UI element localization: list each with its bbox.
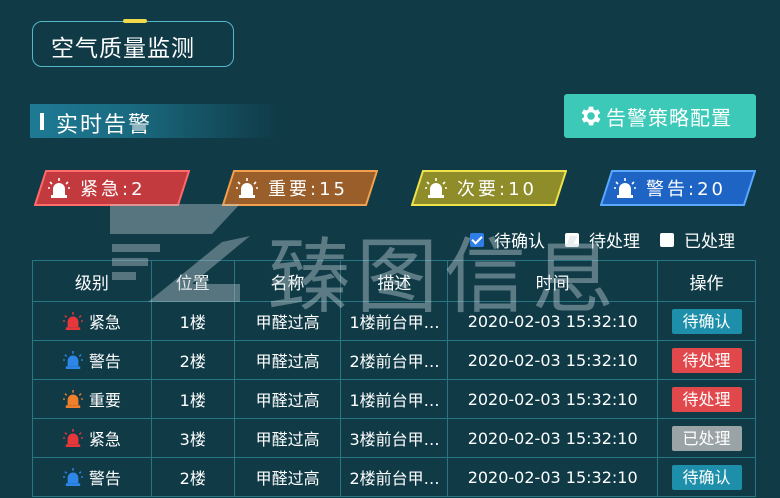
table-row: 警告 2楼 甲醛过高 2楼前台甲… 2020-02-03 15:32:10 待处理: [32, 340, 756, 380]
level-label: 紧急: [88, 429, 121, 449]
filter-pending-process-label: 待处理: [589, 232, 640, 252]
alarm-light-icon: [236, 178, 258, 198]
cell-level: 警告: [32, 457, 152, 497]
cell-name: 甲醛过高: [233, 301, 342, 341]
alarm-light-icon: [63, 389, 83, 408]
title-accent: [123, 19, 147, 23]
cell-name: 甲醛过高: [233, 340, 342, 380]
cell-desc: 1楼前台甲…: [340, 379, 449, 419]
filter-pending-confirm[interactable]: 待确认: [470, 227, 545, 252]
badge-important[interactable]: 重要:15: [222, 170, 378, 206]
cell-desc: 1楼前台甲…: [340, 301, 449, 341]
cell-level: 警告: [32, 340, 152, 380]
cell-location: 1楼: [150, 379, 235, 419]
cell-location: 3楼: [150, 418, 235, 458]
cell-action: 待确认: [657, 301, 756, 341]
action-button[interactable]: 待确认: [671, 308, 742, 334]
badge-urgent-label: 紧急:2: [80, 179, 146, 200]
col-header-time: 时间: [447, 260, 658, 302]
section-title: 实时告警: [56, 113, 153, 138]
cell-action: 已处理: [657, 418, 756, 458]
col-header-desc: 描述: [340, 260, 449, 302]
col-header-name: 名称: [233, 260, 342, 302]
badge-minor-label: 次要:10: [457, 179, 537, 200]
cell-action: 待确认: [657, 457, 756, 497]
cell-name: 甲醛过高: [233, 457, 342, 497]
page-title: 空气质量监测: [51, 36, 195, 62]
cell-time: 2020-02-03 15:32:10: [447, 418, 658, 458]
alarm-light-icon: [63, 467, 83, 486]
cell-name: 甲醛过高: [233, 418, 342, 458]
alarm-table: 级别 位置 名称 描述 时间 操作 紧急 1楼 甲醛过高 1楼前台甲… 2020-02-…: [32, 260, 756, 497]
checkbox-pending-confirm[interactable]: [470, 232, 484, 247]
table-row: 警告 2楼 甲醛过高 2楼前台甲… 2020-02-03 15:32:10 待确认: [32, 457, 756, 497]
alarm-light-icon: [63, 311, 83, 330]
alarm-light-icon: [63, 428, 83, 447]
filter-pending-process[interactable]: 待处理: [565, 227, 640, 252]
alarm-light-icon: [63, 350, 83, 369]
badge-urgent[interactable]: 紧急:2: [34, 170, 190, 206]
filter-processed[interactable]: 已处理: [660, 227, 735, 252]
action-button[interactable]: 待处理: [671, 347, 742, 373]
page-title-box: 空气质量监测: [32, 19, 234, 67]
cell-level: 紧急: [32, 301, 152, 341]
cell-time: 2020-02-03 15:32:10: [447, 340, 658, 380]
action-button[interactable]: 待确认: [671, 464, 742, 490]
table-row: 紧急 1楼 甲醛过高 1楼前台甲… 2020-02-03 15:32:10 待确认: [32, 301, 756, 341]
table-header-row: 级别 位置 名称 描述 时间 操作: [32, 260, 756, 302]
level-label: 警告: [88, 351, 121, 371]
cell-location: 2楼: [150, 457, 235, 497]
section-header: 实时告警: [30, 104, 280, 138]
cell-action: 待处理: [657, 379, 756, 419]
badge-warning-label: 警告:20: [646, 179, 726, 200]
filter-processed-label: 已处理: [684, 232, 735, 252]
gear-icon: [581, 106, 601, 126]
alarm-light-icon: [614, 178, 636, 198]
alarm-policy-label: 告警策略配置: [606, 105, 732, 130]
filter-pending-confirm-label: 待确认: [494, 232, 545, 252]
cell-level: 重要: [32, 379, 152, 419]
level-label: 警告: [88, 468, 121, 488]
badge-minor[interactable]: 次要:10: [411, 170, 567, 206]
level-label: 紧急: [88, 312, 121, 332]
badge-warning[interactable]: 警告:20: [600, 170, 756, 206]
cell-desc: 2楼前台甲…: [340, 340, 449, 380]
alarm-policy-button[interactable]: 告警策略配置: [564, 94, 756, 138]
checkbox-processed[interactable]: [660, 232, 674, 247]
action-button[interactable]: 已处理: [671, 425, 742, 451]
col-header-action: 操作: [657, 260, 756, 302]
alarm-light-icon: [48, 178, 70, 198]
cell-location: 1楼: [150, 301, 235, 341]
cell-name: 甲醛过高: [233, 379, 342, 419]
badge-important-label: 重要:15: [268, 179, 348, 200]
status-filters: 待确认 待处理 已处理: [470, 227, 735, 252]
cell-time: 2020-02-03 15:32:10: [447, 457, 658, 497]
col-header-level: 级别: [32, 260, 152, 302]
alarm-light-icon: [425, 178, 447, 198]
section-marker: [40, 113, 44, 130]
cell-action: 待处理: [657, 340, 756, 380]
table-row: 紧急 3楼 甲醛过高 3楼前台甲… 2020-02-03 15:32:10 已处理: [32, 418, 756, 458]
checkbox-pending-process[interactable]: [565, 232, 579, 247]
cell-desc: 2楼前台甲…: [340, 457, 449, 497]
cell-desc: 3楼前台甲…: [340, 418, 449, 458]
cell-time: 2020-02-03 15:32:10: [447, 379, 658, 419]
action-button[interactable]: 待处理: [671, 386, 742, 412]
cell-location: 2楼: [150, 340, 235, 380]
col-header-location: 位置: [150, 260, 235, 302]
cell-time: 2020-02-03 15:32:10: [447, 301, 658, 341]
level-label: 重要: [88, 390, 121, 410]
cell-level: 紧急: [32, 418, 152, 458]
table-row: 重要 1楼 甲醛过高 1楼前台甲… 2020-02-03 15:32:10 待处理: [32, 379, 756, 419]
